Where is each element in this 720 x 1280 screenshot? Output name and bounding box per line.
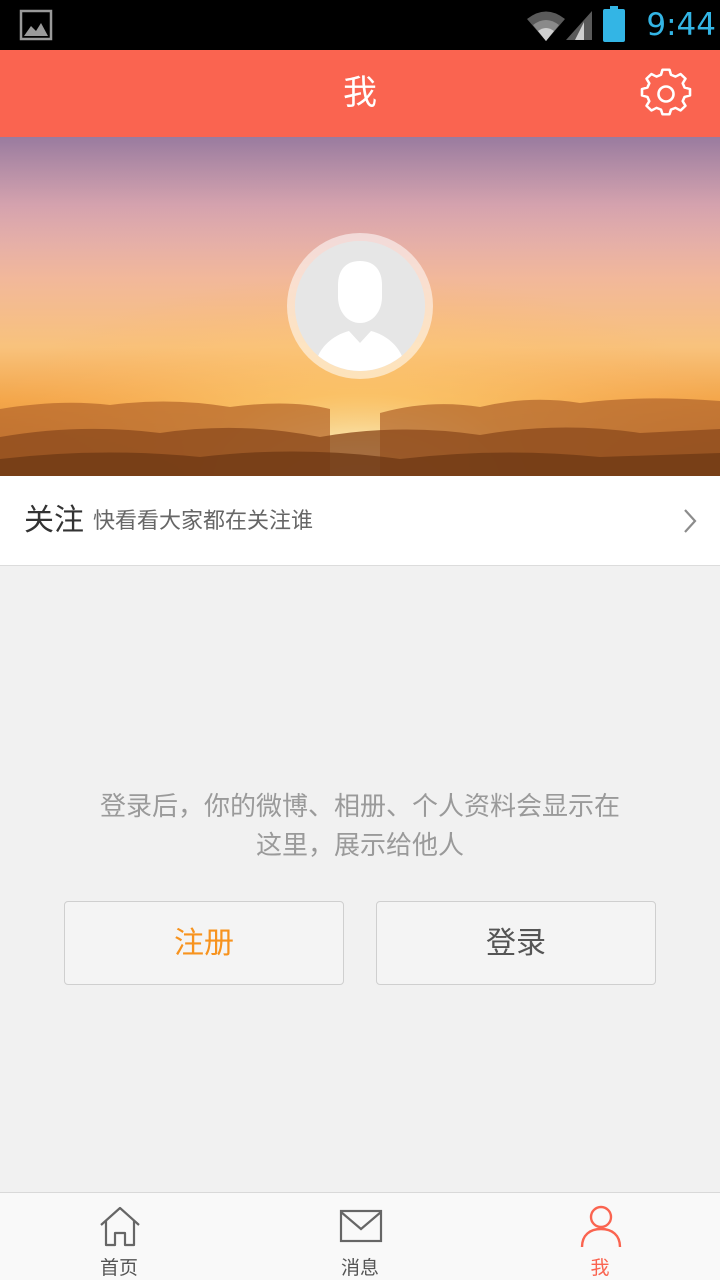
wifi-icon (527, 11, 565, 41)
tab-messages[interactable]: 消息 (300, 1193, 420, 1280)
avatar[interactable] (287, 233, 433, 379)
login-button[interactable]: 登录 (376, 901, 656, 985)
tab-me[interactable]: 我 (540, 1193, 660, 1280)
home-icon (100, 1206, 140, 1247)
gear-icon[interactable] (640, 68, 692, 120)
tab-messages-label: 消息 (340, 1257, 379, 1279)
register-button[interactable]: 注册 (64, 901, 344, 985)
person-icon (580, 1205, 622, 1248)
battery-icon (603, 6, 625, 42)
login-prompt: 登录后，你的微博、相册、个人资料会显示在 这里，展示给他人 (60, 788, 660, 866)
profile-cover (0, 137, 720, 476)
page-title: 我 (343, 73, 377, 113)
status-bar: 9:44 (0, 0, 720, 50)
chevron-right-icon (684, 509, 697, 533)
picture-icon (19, 9, 53, 41)
tab-home-label: 首页 (99, 1257, 138, 1279)
envelope-icon (339, 1209, 383, 1243)
login-prompt-line2: 这里，展示给他人 (255, 831, 464, 861)
header: 我 (0, 50, 720, 137)
follow-row[interactable]: 关注 快看看大家都在关注谁 (0, 476, 720, 566)
follow-subtitle: 快看看大家都在关注谁 (93, 509, 314, 534)
tab-home[interactable]: 首页 (59, 1193, 179, 1280)
default-avatar-icon (295, 241, 425, 371)
follow-title: 关注 (24, 503, 84, 538)
status-time: 9:44 (646, 7, 716, 43)
bottom-tab-bar: 首页 消息 我 (0, 1192, 720, 1280)
app-root: 9:44 我 关注 快看看大家都在关注谁 登录后，你的微博、相册、个人资料会显示… (0, 0, 720, 1280)
signal-icon (566, 11, 592, 40)
login-prompt-line1: 登录后，你的微博、相册、个人资料会显示在 (99, 792, 620, 822)
tab-me-label: 我 (590, 1257, 610, 1279)
